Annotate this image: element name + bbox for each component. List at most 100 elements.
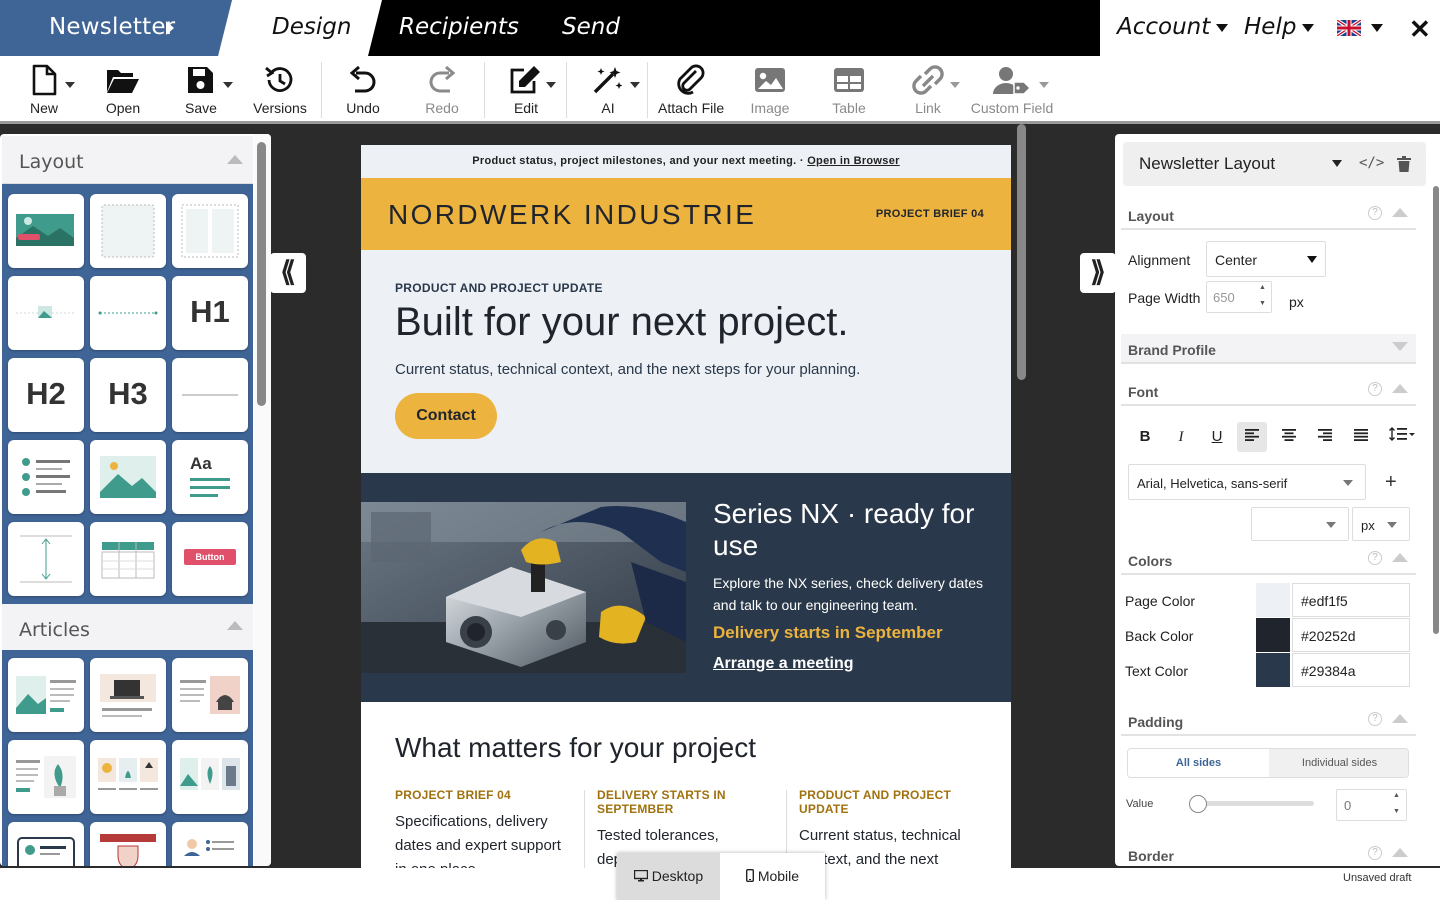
tab-design[interactable]: Design [272, 14, 351, 40]
individual-sides-option[interactable]: Individual sides [1269, 749, 1408, 777]
colors-section-header[interactable]: Colors ? [1121, 545, 1416, 575]
font-size-select[interactable] [1251, 507, 1349, 541]
article-three-products[interactable] [90, 740, 166, 814]
newsletter-menu-label[interactable]: Newsletter [49, 14, 175, 40]
ai-button[interactable]: AI [588, 56, 640, 122]
close-icon[interactable]: ✕ [1409, 14, 1431, 45]
articles-section-header[interactable]: Articles [2, 604, 253, 652]
padding-value-input[interactable]: 0 ▲ ▼ [1336, 789, 1407, 821]
collapse-icon[interactable] [227, 621, 243, 630]
collapse-right-panel-button[interactable]: ⟫ [1080, 253, 1116, 293]
collapse-icon[interactable] [1392, 848, 1408, 857]
article-laptop[interactable] [90, 658, 166, 732]
bold-button[interactable]: B [1130, 422, 1160, 452]
custom-field-button[interactable]: Custom Field [970, 56, 1054, 122]
email-header[interactable]: NORDWERK INDUSTRIE PROJECT BRIEF 04 [361, 178, 1011, 250]
justify-button[interactable] [1346, 422, 1376, 452]
matters-column[interactable]: PRODUCT AND PROJECT UPDATE Current statu… [799, 788, 974, 868]
text-color-swatch[interactable] [1256, 653, 1290, 687]
align-left-button[interactable] [1237, 422, 1267, 452]
block-heading-3[interactable]: H3 [90, 358, 166, 432]
stepper-down-icon[interactable]: ▼ [1259, 300, 1266, 307]
attach-file-button[interactable]: Attach File [658, 56, 724, 122]
text-color-hex-input[interactable]: #29384a [1292, 653, 1410, 687]
contact-button[interactable]: Contact [395, 393, 497, 439]
font-family-select[interactable]: Arial, Helvetica, sans-serif [1128, 464, 1366, 500]
tab-recipients[interactable]: Recipients [399, 14, 519, 40]
border-section-header[interactable]: Border ? [1121, 840, 1416, 866]
padding-slider-handle[interactable] [1189, 795, 1207, 813]
block-checklist[interactable] [8, 440, 84, 514]
collapse-icon[interactable] [1392, 384, 1408, 393]
add-font-icon[interactable]: + [1385, 471, 1397, 494]
align-center-button[interactable] [1274, 422, 1304, 452]
stepper-down-icon[interactable]: ▼ [1393, 808, 1400, 815]
collapse-icon[interactable] [1392, 553, 1408, 562]
block-heading-2[interactable]: H2 [8, 358, 84, 432]
block-table[interactable] [90, 522, 166, 596]
article-shield[interactable] [90, 822, 166, 866]
scrollbar-thumb[interactable] [257, 142, 266, 406]
padding-section-header[interactable]: Padding ? [1121, 706, 1416, 736]
email-hero[interactable]: PRODUCT AND PROJECT UPDATE Built for you… [361, 250, 1011, 473]
canvas-scrollbar[interactable] [1015, 124, 1027, 868]
block-text[interactable]: Aa [172, 440, 248, 514]
save-button[interactable]: Save [181, 56, 233, 122]
scrollbar-thumb[interactable] [1433, 186, 1439, 634]
versions-button[interactable]: Versions [252, 56, 308, 122]
scrollbar-thumb[interactable] [1017, 124, 1026, 380]
link-button[interactable]: Link [908, 56, 960, 122]
article-plant[interactable] [8, 740, 84, 814]
collapse-left-panel-button[interactable]: ⟪ [270, 253, 306, 293]
block-image-banner[interactable] [8, 194, 84, 268]
italic-button[interactable]: I [1166, 422, 1196, 452]
layout-section-header[interactable]: Layout [2, 136, 253, 184]
help-icon[interactable]: ? [1368, 846, 1382, 860]
blocks-panel-scrollbar[interactable] [254, 134, 271, 866]
email-feature-section[interactable]: Series NX · ready for use Explore the NX… [361, 473, 1011, 702]
page-width-input[interactable]: 650 ▲ ▼ [1206, 281, 1272, 313]
redo-button[interactable]: Redo [421, 56, 463, 122]
line-height-button[interactable] [1382, 422, 1422, 452]
new-button[interactable]: New [23, 56, 75, 122]
open-button[interactable]: Open [100, 56, 146, 122]
machining-photo[interactable] [361, 502, 686, 673]
block-image[interactable] [90, 440, 166, 514]
page-color-hex-input[interactable]: #edf1f5 [1292, 583, 1410, 617]
align-right-button[interactable] [1310, 422, 1340, 452]
properties-scrollbar[interactable] [1432, 134, 1440, 866]
table-button[interactable]: Table [827, 56, 871, 122]
collapse-icon[interactable] [227, 155, 243, 164]
element-selector[interactable]: Newsletter Layout </> [1123, 142, 1426, 186]
language-caret-icon[interactable] [1371, 24, 1383, 32]
help-icon[interactable]: ? [1368, 206, 1382, 220]
arrange-meeting-link[interactable]: Arrange a meeting [713, 655, 853, 673]
collapse-icon[interactable] [1392, 208, 1408, 217]
help-icon[interactable]: ? [1368, 382, 1382, 396]
font-section-header[interactable]: Font ? [1121, 376, 1416, 406]
article-card[interactable] [8, 822, 84, 866]
undo-button[interactable]: Undo [342, 56, 384, 122]
tab-send[interactable]: Send [562, 14, 620, 40]
page-color-swatch[interactable] [1256, 583, 1290, 617]
block-box[interactable] [90, 194, 166, 268]
block-spacer-line[interactable] [90, 276, 166, 350]
block-small-image[interactable] [8, 276, 84, 350]
article-image-left[interactable] [8, 658, 84, 732]
layout-section-header[interactable]: Layout ? [1121, 200, 1416, 230]
uk-flag-icon[interactable] [1337, 20, 1361, 36]
block-two-columns[interactable] [172, 194, 248, 268]
stepper-up-icon[interactable]: ▲ [1393, 792, 1400, 799]
stepper-up-icon[interactable]: ▲ [1259, 284, 1266, 291]
email-preheader[interactable]: Product status, project milestones, and … [361, 145, 1011, 178]
collapse-icon[interactable] [1392, 714, 1408, 723]
brand-profile-section-header[interactable]: Brand Profile [1121, 334, 1416, 364]
back-color-swatch[interactable] [1256, 618, 1290, 652]
back-color-hex-input[interactable]: #20252d [1292, 618, 1410, 652]
underline-button[interactable]: U [1202, 422, 1232, 452]
code-icon[interactable]: </> [1359, 155, 1384, 171]
open-in-browser-link[interactable]: Open in Browser [807, 155, 900, 167]
caret-down-icon[interactable] [1332, 160, 1342, 167]
image-button[interactable]: Image [748, 56, 792, 122]
article-profile[interactable] [172, 822, 248, 866]
